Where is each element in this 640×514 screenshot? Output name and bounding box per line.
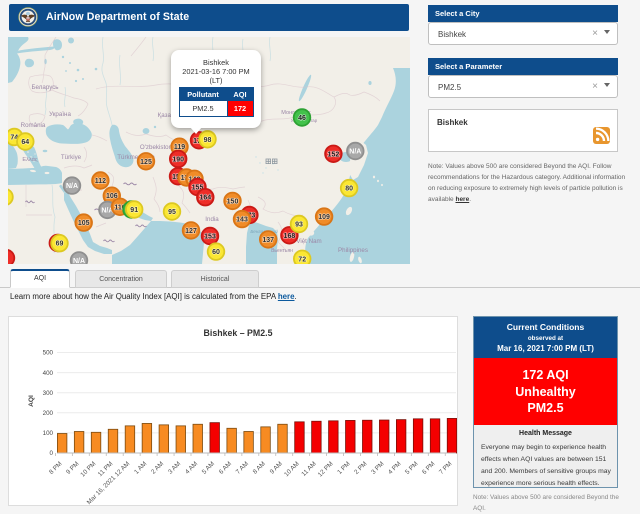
svg-text:India: India (205, 216, 219, 223)
svg-text:60: 60 (212, 249, 220, 256)
svg-text:7 AM: 7 AM (235, 460, 250, 475)
svg-text:6 AM: 6 AM (218, 460, 233, 475)
svg-text:8 PM: 8 PM (48, 460, 64, 476)
svg-text:64: 64 (21, 139, 29, 146)
svg-text:5 AM: 5 AM (201, 460, 216, 475)
svg-text:150: 150 (227, 198, 239, 205)
svg-text:127: 127 (185, 228, 197, 235)
svg-text:România: România (21, 122, 46, 129)
svg-text:10 PM: 10 PM (79, 460, 97, 478)
svg-text:N/A: N/A (349, 149, 361, 156)
svg-text:Bishkek – PM2.5: Bishkek – PM2.5 (204, 328, 273, 338)
svg-text:N/A: N/A (66, 183, 78, 190)
svg-text:Ελλάς: Ελλάς (22, 156, 37, 163)
svg-text:152: 152 (328, 151, 340, 158)
svg-text:10 AM: 10 AM (283, 460, 301, 478)
svg-text:N/A: N/A (73, 258, 85, 264)
svg-text:200: 200 (43, 410, 54, 417)
svg-text:Беларусь: Беларусь (31, 84, 58, 91)
svg-text:91: 91 (130, 207, 138, 214)
svg-text:12 PM: 12 PM (317, 460, 335, 478)
svg-text:112: 112 (95, 178, 106, 185)
svg-text:164: 164 (199, 195, 211, 202)
svg-text:Việt Nam: Việt Nam (296, 238, 321, 245)
svg-text:7 PM: 7 PM (438, 460, 454, 476)
svg-text:0: 0 (50, 450, 54, 457)
svg-text:400: 400 (43, 370, 54, 377)
svg-text:2 PM: 2 PM (353, 460, 369, 476)
svg-text:Philippines: Philippines (338, 247, 368, 254)
svg-text:125: 125 (140, 159, 152, 166)
svg-text:4 AM: 4 AM (184, 460, 199, 475)
svg-text:98: 98 (204, 137, 212, 144)
svg-text:168: 168 (284, 233, 296, 240)
svg-text:11 AM: 11 AM (300, 460, 317, 477)
svg-text:2 AM: 2 AM (150, 460, 165, 475)
svg-text:8 AM: 8 AM (252, 460, 267, 475)
svg-text:109: 109 (318, 214, 330, 221)
svg-text:9 AM: 9 AM (269, 460, 284, 475)
svg-text:1 AM: 1 AM (133, 460, 148, 475)
svg-text:1 PM: 1 PM (336, 460, 352, 476)
svg-text:3 AM: 3 AM (167, 460, 182, 475)
svg-text:137: 137 (262, 237, 274, 244)
svg-text:500: 500 (43, 350, 54, 357)
svg-text:AQI: AQI (28, 395, 35, 407)
svg-text:5 PM: 5 PM (404, 460, 420, 476)
svg-text:95: 95 (168, 209, 176, 216)
svg-text:Вьентьян: Вьентьян (271, 248, 293, 254)
svg-text:105: 105 (78, 220, 90, 227)
svg-text:72: 72 (298, 256, 306, 263)
svg-text:69: 69 (56, 241, 64, 248)
svg-text:O'zbekiston: O'zbekiston (140, 144, 173, 151)
svg-text:153: 153 (204, 234, 216, 241)
svg-text:4 PM: 4 PM (387, 460, 403, 476)
svg-text:190: 190 (172, 156, 184, 163)
svg-text:143: 143 (236, 217, 248, 224)
svg-text:300: 300 (43, 390, 54, 397)
svg-text:80: 80 (345, 186, 353, 193)
svg-text:46: 46 (298, 115, 306, 122)
svg-text:100: 100 (43, 430, 54, 437)
svg-text:Україна: Україна (49, 111, 71, 118)
svg-text:Türkiye: Türkiye (61, 154, 82, 161)
svg-text:93: 93 (295, 222, 303, 229)
svg-text:3 PM: 3 PM (370, 460, 386, 476)
svg-text:6 PM: 6 PM (421, 460, 437, 476)
